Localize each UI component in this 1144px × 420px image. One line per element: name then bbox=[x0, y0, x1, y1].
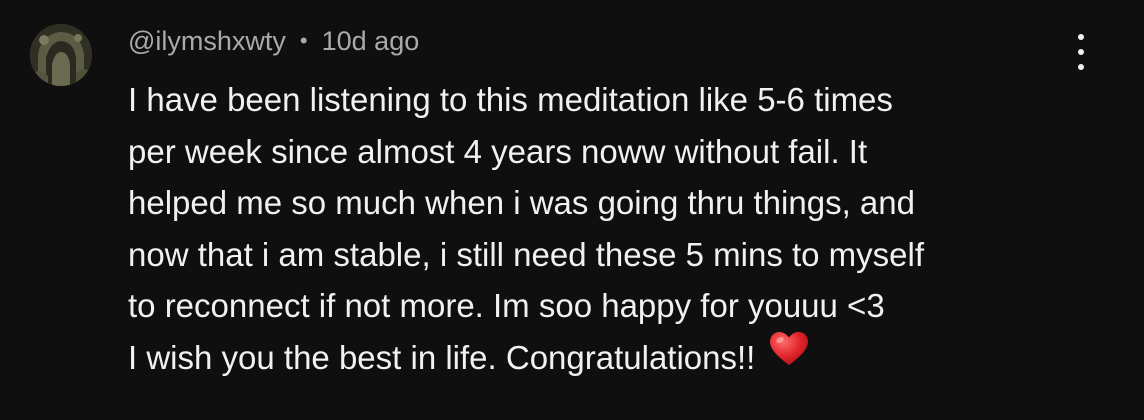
more-vert-icon bbox=[1078, 34, 1084, 40]
avatar[interactable] bbox=[30, 24, 92, 86]
username-link[interactable]: @ilymshxwty bbox=[128, 26, 286, 57]
avatar-image bbox=[30, 24, 92, 86]
comment-line-4: now that i am stable, i still need these… bbox=[128, 235, 925, 273]
comment-body: I have been listening to this meditation… bbox=[128, 74, 1118, 383]
comment-thread: @ilymshxwty • 10d ago I have been listen… bbox=[0, 0, 1144, 420]
comment-line-1: I have been listening to this meditation… bbox=[128, 81, 893, 118]
comment-line-5: to reconnect if not more. Im soo happy f… bbox=[128, 287, 885, 324]
more-options-button[interactable] bbox=[1068, 34, 1094, 70]
timestamp[interactable]: 10d ago bbox=[322, 26, 420, 57]
comment-header: @ilymshxwty • 10d ago bbox=[128, 24, 419, 58]
comment-line-2: per week since almost 4 years noww witho… bbox=[128, 132, 868, 170]
meta-separator: • bbox=[299, 28, 308, 53]
more-vert-icon-dot-2 bbox=[1078, 49, 1084, 55]
heart-emoji-icon bbox=[769, 330, 809, 382]
comment-line-6-wrap: I wish you the best in life. Congratulat… bbox=[128, 332, 1118, 384]
more-vert-icon-dot-3 bbox=[1078, 64, 1084, 70]
comment-line-3: helped me so much when i was going thru … bbox=[128, 184, 915, 221]
comment-line-6: I wish you the best in life. Congratulat… bbox=[128, 338, 756, 376]
